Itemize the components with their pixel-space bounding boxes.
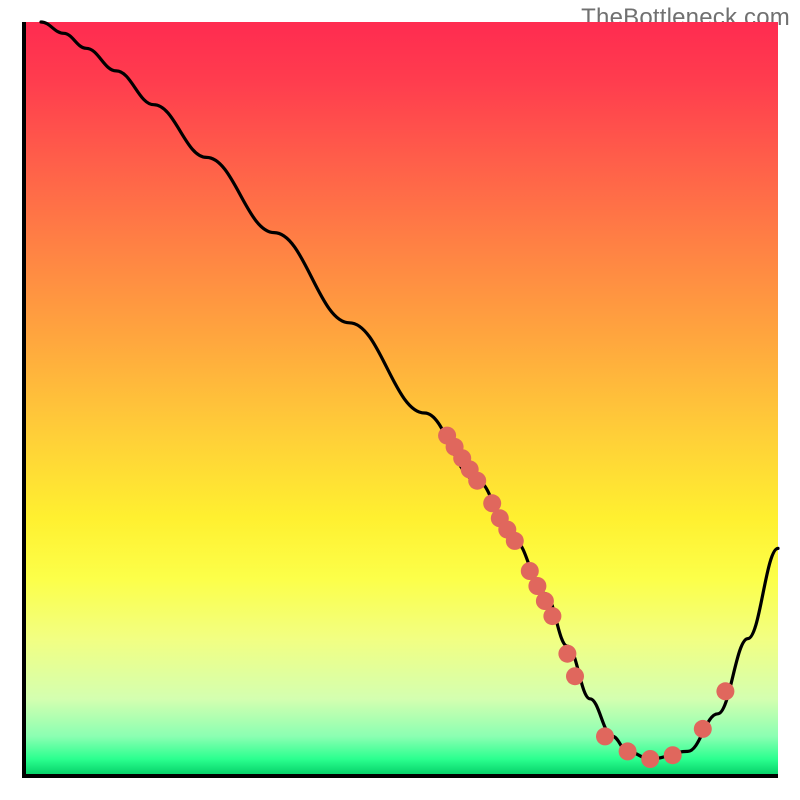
data-point <box>506 532 524 550</box>
chart-stage: TheBottleneck.com <box>0 0 800 800</box>
data-point <box>543 607 561 625</box>
data-point <box>596 727 614 745</box>
data-point <box>694 720 712 738</box>
main-curve <box>41 22 778 759</box>
data-point <box>468 472 486 490</box>
data-point <box>619 742 637 760</box>
data-point <box>558 645 576 663</box>
data-point <box>716 682 734 700</box>
data-point <box>566 667 584 685</box>
chart-svg <box>26 22 778 774</box>
data-point <box>641 750 659 768</box>
plot-area <box>22 22 778 778</box>
data-point <box>664 746 682 764</box>
scatter-dots <box>438 427 734 768</box>
